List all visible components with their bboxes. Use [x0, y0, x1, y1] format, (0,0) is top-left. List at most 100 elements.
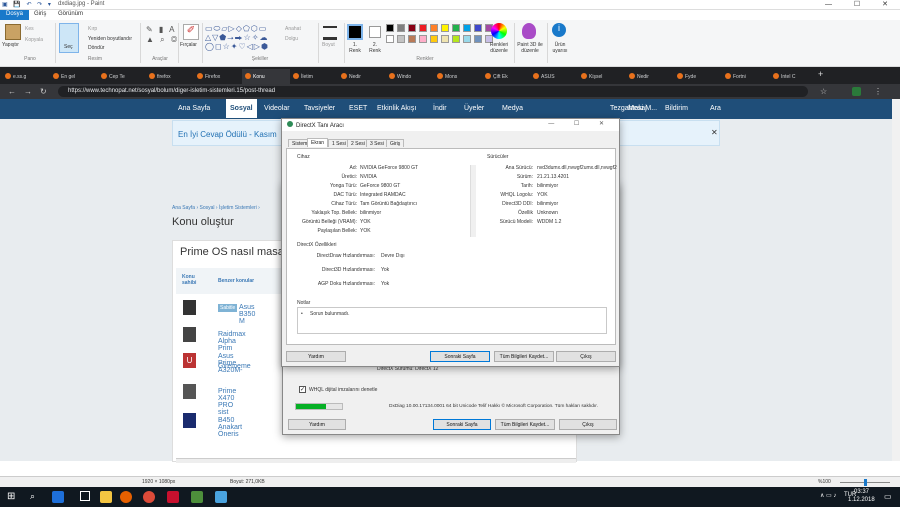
- row-title[interactable]: Prime X470 PRO sist: [218, 388, 236, 416]
- nav-item[interactable]: Üyeler: [464, 105, 484, 112]
- notes-box[interactable]: • Sorun bulunmadı.: [297, 307, 607, 334]
- back-icon[interactable]: ←: [8, 87, 16, 96]
- close-icon[interactable]: ✕: [711, 128, 718, 137]
- brushes-button[interactable]: Fırçalar: [180, 42, 197, 48]
- size-icon[interactable]: [323, 26, 337, 40]
- firefox-icon[interactable]: [120, 491, 132, 503]
- edit-colors-button[interactable]: Renkleri düzenle: [486, 42, 512, 54]
- paint3d-button[interactable]: Paint 3D ile düzenle: [515, 42, 545, 54]
- copy-button[interactable]: Kopyala: [25, 37, 43, 43]
- browser-tab[interactable]: firefox: [146, 69, 194, 84]
- resize-button[interactable]: Yeniden boyutlandır: [88, 36, 132, 42]
- save-all-button[interactable]: Tüm Bilgileri Kaydet...: [494, 351, 554, 362]
- palette-color-swatch[interactable]: [386, 24, 394, 32]
- palette-color-swatch[interactable]: [430, 34, 438, 43]
- fill-button[interactable]: Dolgu: [285, 36, 298, 42]
- color-palette[interactable]: [386, 24, 493, 44]
- row-title[interactable]: Raidmax Alpha Prim: [218, 331, 246, 352]
- dxdiag-tab[interactable]: Ekran: [307, 138, 329, 147]
- palette-color-swatch[interactable]: [430, 24, 438, 32]
- info-icon[interactable]: i: [552, 23, 566, 37]
- edit-colors-icon[interactable]: [491, 23, 507, 39]
- browser-tab[interactable]: Firefox: [194, 69, 242, 84]
- clock-time[interactable]: 03:37: [854, 489, 869, 495]
- rotate-button[interactable]: Döndür: [88, 45, 104, 51]
- palette-color-swatch[interactable]: [452, 34, 460, 43]
- menu-icon[interactable]: ⋮: [874, 87, 882, 96]
- palette-color-swatch[interactable]: [441, 34, 449, 43]
- palette-color-swatch[interactable]: [419, 34, 427, 43]
- browser-tab[interactable]: Cep Te: [98, 69, 146, 84]
- paste-icon[interactable]: [5, 24, 21, 40]
- palette-color-swatch[interactable]: [441, 24, 449, 32]
- tab-home[interactable]: Giriş: [28, 10, 52, 20]
- color2-swatch[interactable]: [369, 26, 381, 38]
- breadcrumb[interactable]: Ana Sayfa › Sosyal › İşletim Sistemleri …: [172, 205, 260, 211]
- palette-color-swatch[interactable]: [397, 24, 405, 32]
- reload-icon[interactable]: ↻: [40, 87, 47, 96]
- palette-color-swatch[interactable]: [474, 34, 482, 43]
- zoom-slider-thumb[interactable]: [864, 479, 867, 486]
- exit-button[interactable]: Çıkış: [556, 351, 616, 362]
- browser-tab[interactable]: e.ss.g: [2, 69, 50, 84]
- palette-color-swatch[interactable]: [386, 34, 394, 43]
- forward-icon[interactable]: →: [24, 87, 32, 96]
- help-button-back[interactable]: Yardım: [288, 419, 346, 430]
- tool-icons[interactable]: ✎ ▮ A ▲ ⌕ ◎: [146, 25, 179, 45]
- notice-text[interactable]: En İyi Cevap Ödülü - Kasım: [178, 130, 277, 139]
- tab-file[interactable]: Dosya: [0, 10, 30, 20]
- whql-label[interactable]: WHQL dijital imzalarını denetle: [309, 387, 377, 393]
- browser-tab[interactable]: Konu: [242, 69, 290, 84]
- editor-toolbar[interactable]: [176, 458, 576, 463]
- browser-tab[interactable]: Fyde: [674, 69, 722, 84]
- nav-messages[interactable]: Mesaj: [628, 105, 647, 112]
- device-scrollbar[interactable]: [470, 165, 476, 237]
- search-icon[interactable]: ⌕: [30, 491, 35, 502]
- save-all-button-back[interactable]: Tüm Bilgileri Kaydet...: [495, 419, 555, 430]
- paste-button[interactable]: Yapıştır: [2, 42, 19, 48]
- nav-notifications[interactable]: Bildirim: [665, 105, 688, 112]
- extension-icon[interactable]: [852, 87, 861, 96]
- url-bar[interactable]: https://www.technopat.net/sosyal/bolum/d…: [58, 86, 808, 97]
- window-controls[interactable]: — ☐ ✕: [825, 0, 898, 8]
- start-icon[interactable]: ⊞: [7, 491, 15, 502]
- browser-tab[interactable]: Çift Ek: [482, 69, 530, 84]
- paint-taskbar-icon[interactable]: [215, 491, 227, 503]
- palette-color-swatch[interactable]: [419, 24, 427, 32]
- palette-color-swatch[interactable]: [452, 24, 460, 32]
- explorer-icon[interactable]: [100, 491, 112, 503]
- shapes-gallery[interactable]: ▭⬭▱▷◇⬠⬡▭ △▽⬟⭢⮕☆✧☁ ◯◻☆✦♡◁▷⬢: [205, 24, 283, 51]
- edge-icon[interactable]: [52, 491, 64, 503]
- help-button[interactable]: Yardım: [286, 351, 346, 362]
- row-title[interactable]: Asus B350 M: [239, 304, 255, 325]
- palette-color-swatch[interactable]: [397, 34, 405, 43]
- nav-item[interactable]: Sosyal: [226, 99, 257, 118]
- nav-item[interactable]: Tavsiyeler: [304, 105, 335, 112]
- outline-button[interactable]: Anahat: [285, 26, 301, 32]
- browser-tab[interactable]: İletim: [290, 69, 338, 84]
- product-alert-button[interactable]: Ürün uyarısı: [549, 42, 571, 54]
- palette-color-swatch[interactable]: [408, 24, 416, 32]
- nav-item[interactable]: Etkinlik Akışı: [377, 105, 416, 112]
- browser-tab[interactable]: Intel C: [770, 69, 818, 84]
- brush-icon[interactable]: ✐: [183, 24, 199, 40]
- paint3d-icon[interactable]: [522, 23, 536, 39]
- palette-color-swatch[interactable]: [474, 24, 482, 32]
- nav-item[interactable]: Videolar: [264, 105, 290, 112]
- quick-access-icons[interactable]: ▣ 💾 ↶ ↷ ▾: [2, 1, 53, 8]
- tab-view[interactable]: Görünüm: [52, 10, 89, 20]
- clock-date[interactable]: 1.12.2018: [848, 497, 875, 503]
- new-tab-button[interactable]: +: [818, 69, 823, 79]
- nav-item[interactable]: Medya: [502, 105, 523, 112]
- browser-tab[interactable]: Fortni: [722, 69, 770, 84]
- notification-icon[interactable]: ▭: [884, 492, 892, 501]
- page-scrollbar[interactable]: [892, 99, 900, 461]
- next-page-button[interactable]: Sonraki Sayfa: [430, 351, 490, 362]
- palette-color-swatch[interactable]: [463, 24, 471, 32]
- whql-checkbox[interactable]: ✓: [299, 386, 306, 393]
- row-title-line2[interactable]: Girememe: [218, 363, 251, 370]
- dxdiag-tab[interactable]: Giriş: [386, 139, 405, 147]
- nav-item[interactable]: İndir: [433, 105, 447, 112]
- task-view-icon[interactable]: [80, 491, 90, 501]
- cut-button[interactable]: Kes: [25, 26, 34, 32]
